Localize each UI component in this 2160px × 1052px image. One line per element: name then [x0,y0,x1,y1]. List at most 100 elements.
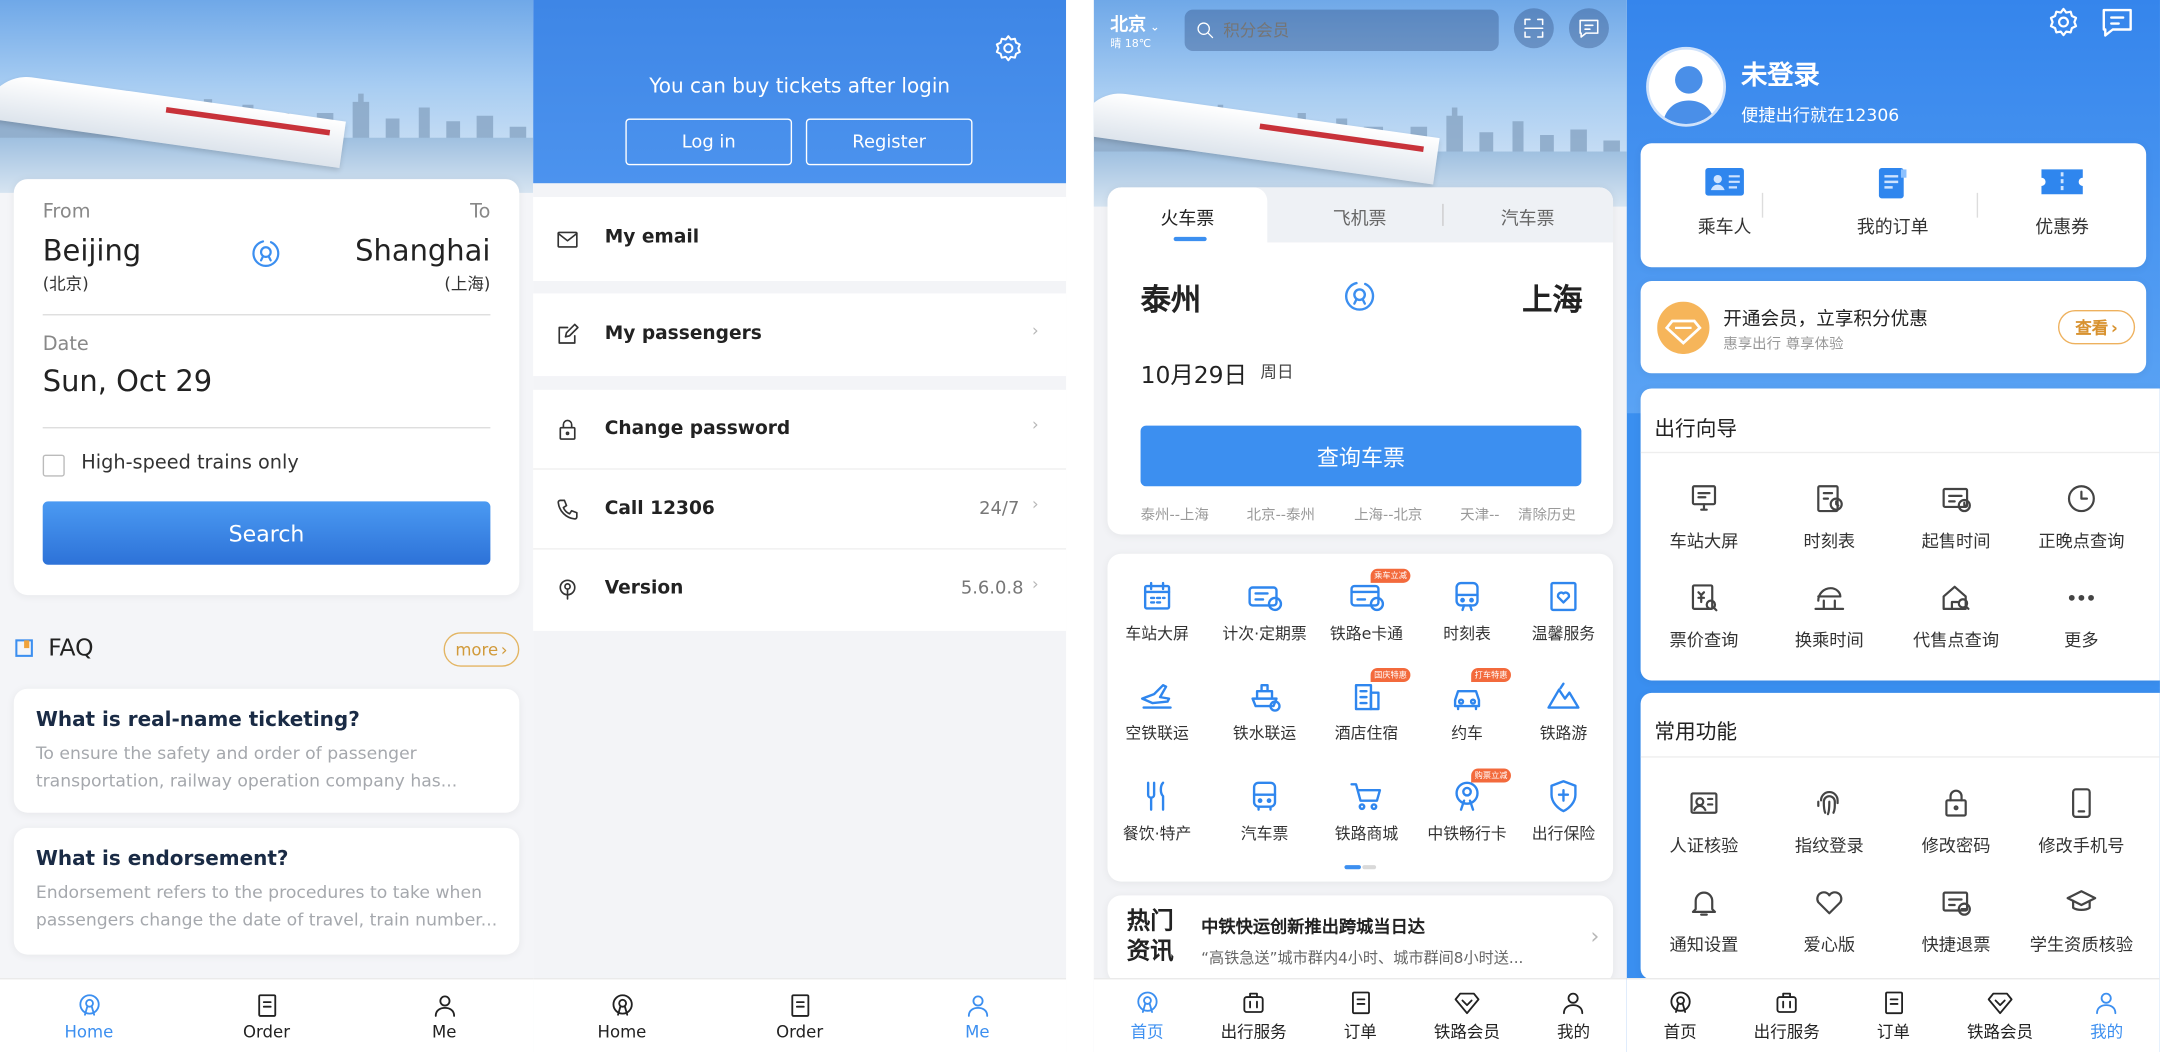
search-bar[interactable] [1184,9,1499,51]
date-value[interactable]: Sun, Oct 29 [43,365,212,398]
history-item[interactable]: 泰州--上海 [1141,504,1209,525]
item-label: 时刻表 [1803,530,1856,551]
service-item[interactable]: 餐饮·特产 [1109,778,1205,844]
nav-order[interactable]: Order [178,979,356,1052]
service-item[interactable]: 计次·定期票 [1216,579,1312,645]
from-city[interactable]: Beijing [43,234,141,267]
quick-passengers[interactable]: 乘车人 [1656,165,1794,238]
service-item[interactable]: 车站大屏 [1109,579,1205,645]
nav-membership[interactable]: 铁路会员 [1947,979,2054,1052]
guide-item[interactable]: 换乘时间 [1767,581,1891,651]
service-item[interactable]: 空铁联运 [1109,678,1205,744]
nav-home[interactable]: Home [533,979,711,1052]
tab-train[interactable]: 火车票 [1107,187,1268,243]
history-item[interactable]: 北京--泰州 [1247,504,1315,525]
service-item[interactable]: 铁水联运 [1216,678,1312,744]
nav-home-label: Home [64,1021,114,1041]
nav-order[interactable]: 订单 [1840,979,1947,1052]
function-item[interactable]: 修改手机号 [2019,787,2143,857]
function-item[interactable]: 学生资质核验 [2019,886,2143,956]
to-label: To [470,201,491,224]
to-station[interactable]: 上海 [1522,276,1583,320]
quick-my-orders[interactable]: 我的订单 [1824,165,1962,238]
avatar[interactable] [1646,46,1727,127]
swap-stations-icon[interactable] [1342,278,1378,314]
highspeed-checkbox[interactable] [42,454,65,477]
service-item[interactable]: 铁路游 [1515,678,1611,744]
city-selector[interactable]: 北京 ⌄ [1110,10,1159,36]
function-item[interactable]: 通知设置 [1642,886,1766,956]
to-city[interactable]: Shanghai [355,234,490,267]
search-card: From To Beijing (北京) Shanghai (上海) Date … [13,179,520,596]
history-item[interactable]: 天津-- [1460,504,1499,525]
service-label: 计次·定期票 [1222,624,1307,644]
service-item[interactable]: 中铁畅行卡 购票立减 [1419,768,1515,844]
guide-item[interactable]: 起售时间 [1894,482,2018,552]
news-card[interactable]: 热门 资讯 中铁快运创新推出跨城当日达 “高铁急送”城市群内4小时、城市群间8小… [1107,895,1614,984]
function-item[interactable]: 快捷退票 [1894,886,2018,956]
register-button[interactable]: Register [805,118,973,166]
nav-me[interactable]: Me [355,979,533,1052]
settings-gear-icon[interactable] [2047,6,2080,39]
travel-date[interactable]: 10月29日 [1141,355,1247,390]
settings-gear-icon[interactable] [993,33,1023,63]
menu-item-passengers[interactable]: My passengers › [533,293,1067,377]
from-city-cn: (北京) [42,274,89,294]
function-item[interactable]: 人证核验 [1642,787,1766,857]
tab-flight[interactable]: 飞机票 [1276,204,1444,230]
vip-view-button[interactable]: 查看 › [2057,309,2136,345]
guide-item[interactable]: 车站大屏 [1642,482,1766,552]
nav-home[interactable]: 首页 [1627,979,1734,1052]
nav-home[interactable]: Home [0,979,178,1052]
nav-order[interactable]: Order [711,979,889,1052]
user-name[interactable]: 未登录 [1741,55,1820,92]
function-item[interactable]: 修改密码 [1894,787,2018,857]
faq-item[interactable]: What is endorsement? Endorsement refers … [13,827,520,955]
service-item[interactable]: 约车 打车特惠 [1419,667,1515,744]
function-item[interactable]: 爱心版 [1767,886,1891,956]
guide-item[interactable]: 更多 [2019,581,2143,651]
nav-membership[interactable]: 铁路会员 [1414,979,1521,1052]
search-button[interactable]: Search [42,501,491,565]
service-item[interactable]: 温馨服务 [1515,579,1611,645]
faq-answer-line: Endorsement refers to the procedures to … [35,881,482,903]
message-icon[interactable] [2099,4,2135,40]
login-button[interactable]: Log in [625,118,793,166]
service-item[interactable]: 铁路商城 [1318,778,1414,844]
message-button[interactable] [1568,8,1609,49]
vip-banner[interactable]: 开通会员，立享积分优惠 惠享出行 尊享体验 查看 › [1640,281,2147,374]
from-station[interactable]: 泰州 [1141,276,1202,320]
service-item[interactable]: 酒店住宿 国庆特惠 [1318,667,1414,744]
faq-item[interactable]: What is real-name ticketing? To ensure t… [13,688,520,813]
menu-label: Call 12306 [604,497,715,520]
menu-item-version[interactable]: Version 5.6.0.8 › [533,549,1067,631]
faq-more-button[interactable]: more › [443,632,520,667]
guide-item[interactable]: 票价查询 [1642,581,1766,651]
nav-me[interactable]: 我的 [1520,979,1627,1052]
history-item[interactable]: 上海--北京 [1354,504,1422,525]
nav-travel-services[interactable]: 出行服务 [1200,979,1307,1052]
service-item[interactable]: 出行保险 [1515,778,1611,844]
guide-item[interactable]: 正晚点查询 [2019,482,2143,552]
query-tickets-button[interactable]: 查询车票 [1140,425,1582,487]
guide-item[interactable]: 时刻表 [1767,482,1891,552]
service-item[interactable]: 铁路e卡通 乘车立减 [1318,568,1414,645]
menu-item-password[interactable]: Change password › [533,389,1067,470]
nav-travel-services[interactable]: 出行服务 [1733,979,1840,1052]
guide-item[interactable]: 代售点查询 [1894,581,2018,651]
service-item[interactable]: 汽车票 [1216,778,1312,844]
clear-history-button[interactable]: 清除历史 [1518,504,1576,525]
nav-me[interactable]: 我的 [2053,979,2160,1052]
tab-bus[interactable]: 汽车票 [1444,204,1612,230]
function-item[interactable]: 指纹登录 [1767,787,1891,857]
quick-coupons[interactable]: 优惠券 [1993,165,2131,238]
search-input[interactable] [1223,20,1472,40]
nav-order[interactable]: 订单 [1307,979,1414,1052]
scan-button[interactable] [1513,8,1554,49]
menu-item-call[interactable]: Call 12306 24/7 › [533,469,1067,550]
menu-item-email[interactable]: My email [533,196,1067,282]
service-item[interactable]: 时刻表 [1419,579,1515,645]
swap-stations-icon[interactable] [249,237,282,270]
nav-me[interactable]: Me [888,979,1066,1052]
nav-home[interactable]: 首页 [1094,979,1201,1052]
